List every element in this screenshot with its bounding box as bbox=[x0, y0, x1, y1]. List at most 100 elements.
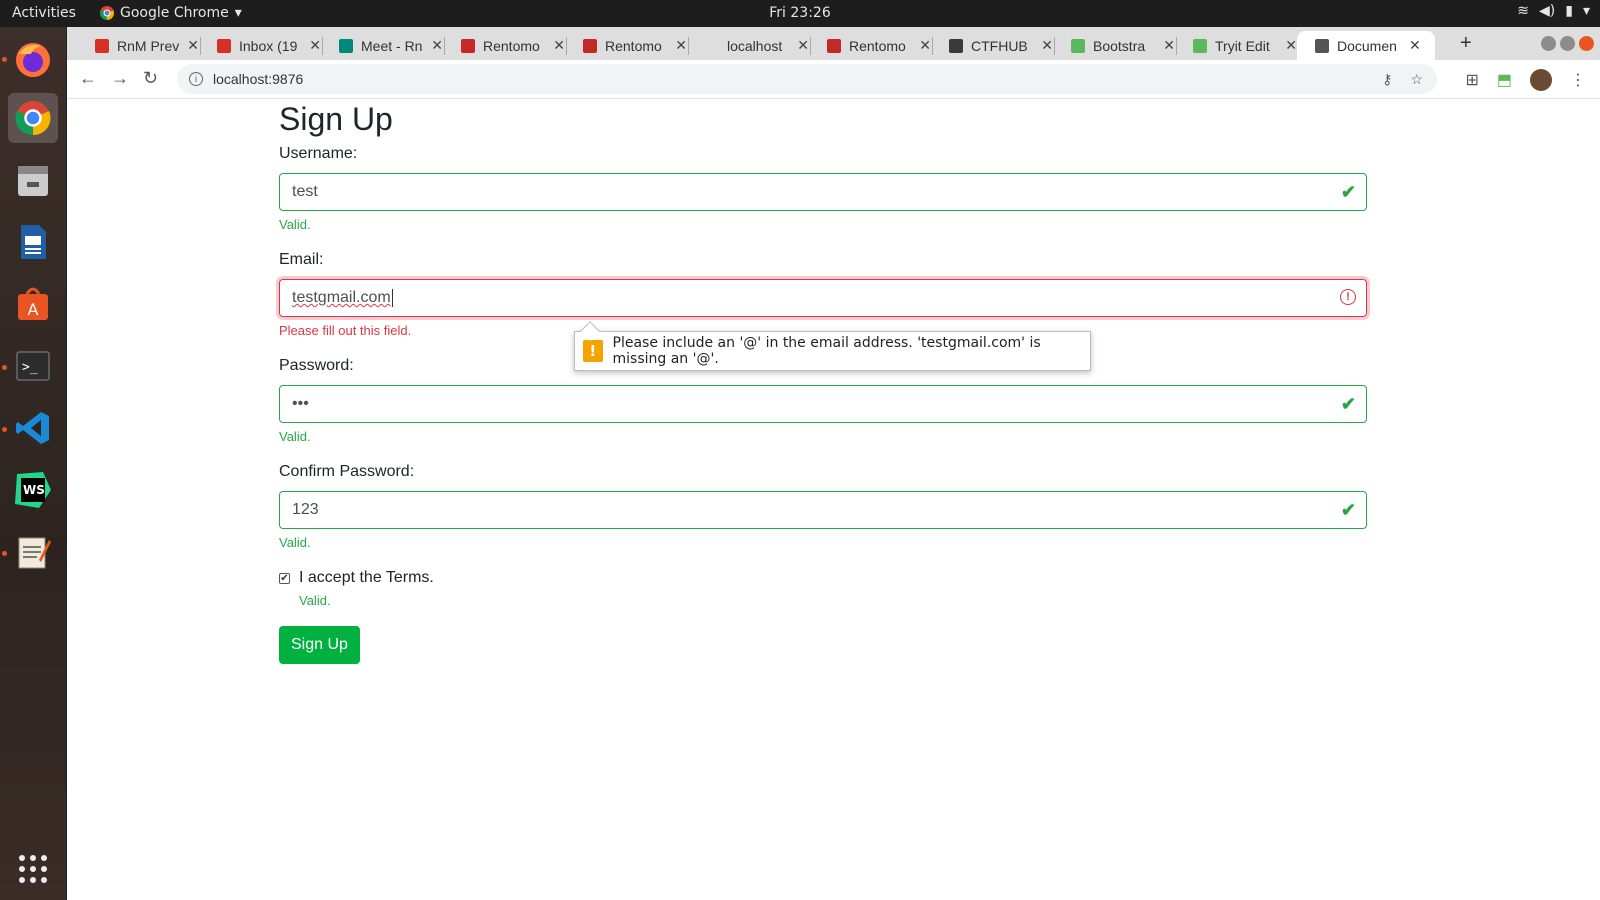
terms-label: I accept the Terms. bbox=[299, 569, 434, 586]
email-input[interactable]: testgmail.com ! bbox=[279, 279, 1367, 317]
extension-icon[interactable]: ⬒ bbox=[1497, 70, 1512, 90]
app-menu-label: Google Chrome bbox=[120, 5, 229, 21]
volume-icon: ◀) bbox=[1539, 3, 1556, 19]
email-group: Email: testgmail.com ! Please fill out t… bbox=[279, 251, 1367, 338]
tab-favicon-icon bbox=[461, 38, 475, 53]
page-title: Sign Up bbox=[279, 101, 393, 137]
tab-title: Meet - Rn bbox=[361, 37, 423, 54]
browser-tab[interactable]: CTFHUB ✕ bbox=[931, 31, 1055, 60]
address-bar[interactable]: i localhost:9876 ⚷ ☆ bbox=[177, 64, 1437, 94]
extension-icon[interactable]: ⊞ bbox=[1465, 70, 1478, 90]
tab-favicon-icon bbox=[339, 38, 353, 53]
maximize-button[interactable] bbox=[1560, 36, 1575, 51]
tab-title: Rentomo bbox=[483, 37, 540, 54]
browser-tab[interactable]: Meet - Rn ✕ bbox=[321, 31, 445, 60]
tab-title: Rentomo bbox=[605, 37, 662, 54]
close-tab-icon[interactable]: ✕ bbox=[431, 37, 443, 54]
close-tab-icon[interactable]: ✕ bbox=[675, 37, 687, 54]
show-applications-icon[interactable] bbox=[8, 844, 58, 894]
confirm-password-feedback: Valid. bbox=[279, 535, 311, 550]
key-icon[interactable]: ⚷ bbox=[1382, 71, 1392, 88]
info-icon[interactable]: i bbox=[189, 72, 203, 86]
kebab-menu-icon[interactable]: ⋮ bbox=[1570, 70, 1586, 90]
close-tab-icon[interactable]: ✕ bbox=[1285, 37, 1297, 54]
browser-tab[interactable]: Rentomo ✕ bbox=[443, 31, 567, 60]
password-feedback: Valid. bbox=[279, 429, 311, 444]
system-tray[interactable]: ≋ ◀) ▮ ▾ bbox=[1517, 3, 1590, 19]
activities-button[interactable]: Activities bbox=[12, 5, 76, 21]
tab-title: localhost bbox=[727, 37, 783, 54]
confirm-password-value: 123 bbox=[292, 501, 319, 518]
reload-icon[interactable]: ↻ bbox=[143, 68, 158, 89]
vscode-icon[interactable] bbox=[8, 403, 58, 453]
avatar[interactable] bbox=[1530, 69, 1552, 91]
browser-tab[interactable]: Tryit Edit ✕ bbox=[1175, 31, 1299, 60]
system-top-bar: Activities Google Chrome ▾ Fri 23:26 ≋ ◀… bbox=[0, 0, 1600, 27]
svg-text:>_: >_ bbox=[22, 360, 38, 375]
checkmark-icon: ✔ bbox=[1340, 394, 1356, 414]
tab-favicon-icon bbox=[1315, 38, 1329, 53]
running-indicator bbox=[2, 551, 7, 556]
username-value: test bbox=[292, 183, 318, 200]
tab-favicon-icon bbox=[1193, 38, 1207, 53]
extensions-area: ⊞ ⬒ ⋮ bbox=[1465, 69, 1586, 91]
chrome-icon[interactable] bbox=[8, 93, 58, 143]
terms-checkbox-row[interactable]: ✔ I accept the Terms. bbox=[279, 569, 1367, 587]
tab-strip: RnM Prev ✕ Inbox (19 ✕ Meet - Rn ✕ Rentomo ✕ Ren… bbox=[67, 27, 1600, 60]
close-tab-icon[interactable]: ✕ bbox=[1163, 37, 1175, 54]
warning-icon: ! bbox=[583, 340, 603, 362]
close-tab-icon[interactable]: ✕ bbox=[187, 37, 199, 54]
files-icon[interactable] bbox=[8, 155, 58, 205]
tab-title: Documen bbox=[1337, 37, 1397, 54]
terms-feedback: Valid. bbox=[299, 593, 331, 608]
firefox-icon[interactable] bbox=[8, 35, 58, 85]
close-tab-icon[interactable]: ✕ bbox=[1041, 37, 1053, 54]
browser-tab[interactable]: Bootstra ✕ bbox=[1053, 31, 1177, 60]
tab-favicon-icon bbox=[1071, 38, 1085, 53]
close-tab-icon[interactable]: ✕ bbox=[797, 37, 809, 54]
close-window-button[interactable] bbox=[1579, 36, 1594, 51]
browser-tab[interactable]: Documen ✕ bbox=[1297, 31, 1435, 60]
running-indicator bbox=[2, 365, 7, 370]
checkmark-icon: ✔ bbox=[1340, 500, 1356, 520]
back-arrow-icon[interactable]: ← bbox=[79, 68, 97, 89]
tab-title: CTFHUB bbox=[971, 37, 1028, 54]
browser-tab[interactable]: Rentomo ✕ bbox=[809, 31, 933, 60]
browser-tab[interactable]: RnM Prev ✕ bbox=[77, 31, 201, 60]
star-icon[interactable]: ☆ bbox=[1410, 71, 1423, 88]
close-tab-icon[interactable]: ✕ bbox=[553, 37, 565, 54]
browser-tab[interactable]: Inbox (19 ✕ bbox=[199, 31, 323, 60]
svg-text:A: A bbox=[28, 300, 39, 319]
text-caret bbox=[391, 289, 393, 307]
close-tab-icon[interactable]: ✕ bbox=[309, 37, 321, 54]
close-tab-icon[interactable]: ✕ bbox=[919, 37, 931, 54]
wifi-icon: ≋ bbox=[1517, 3, 1530, 19]
forward-arrow-icon[interactable]: → bbox=[111, 68, 129, 89]
writer-icon[interactable] bbox=[8, 217, 58, 267]
email-label: Email: bbox=[279, 251, 324, 268]
close-tab-icon[interactable]: ✕ bbox=[1409, 37, 1421, 54]
confirm-password-label: Confirm Password: bbox=[279, 463, 415, 480]
app-menu[interactable]: Google Chrome ▾ bbox=[100, 5, 242, 21]
signup-form: Sign Up Username: test ✔ Valid. Email: t… bbox=[279, 99, 1367, 664]
running-indicator bbox=[2, 57, 7, 62]
new-tab-button[interactable]: + bbox=[1460, 32, 1472, 55]
username-input[interactable]: test ✔ bbox=[279, 173, 1367, 211]
webstorm-icon[interactable]: WS bbox=[8, 465, 58, 515]
text-editor-icon[interactable] bbox=[8, 527, 58, 577]
running-indicator bbox=[2, 427, 7, 432]
browser-tab[interactable]: localhost ✕ bbox=[687, 31, 811, 60]
browser-tab[interactable]: Rentomo ✕ bbox=[565, 31, 689, 60]
confirm-password-input[interactable]: 123 ✔ bbox=[279, 491, 1367, 529]
minimize-button[interactable] bbox=[1541, 36, 1556, 51]
tooltip-message: Please include an '@' in the email addre… bbox=[612, 335, 1041, 367]
tab-favicon-icon bbox=[827, 38, 841, 53]
tab-title: Inbox (19 bbox=[239, 37, 298, 54]
password-input[interactable]: ••• ✔ bbox=[279, 385, 1367, 423]
software-center-icon[interactable]: A bbox=[8, 279, 58, 329]
signup-submit-button[interactable]: Sign Up bbox=[279, 626, 360, 664]
terms-checkbox[interactable]: ✔ bbox=[279, 572, 290, 584]
terminal-icon[interactable]: >_ bbox=[8, 341, 58, 391]
tab-favicon-icon bbox=[217, 38, 231, 53]
error-icon: ! bbox=[1340, 289, 1356, 305]
